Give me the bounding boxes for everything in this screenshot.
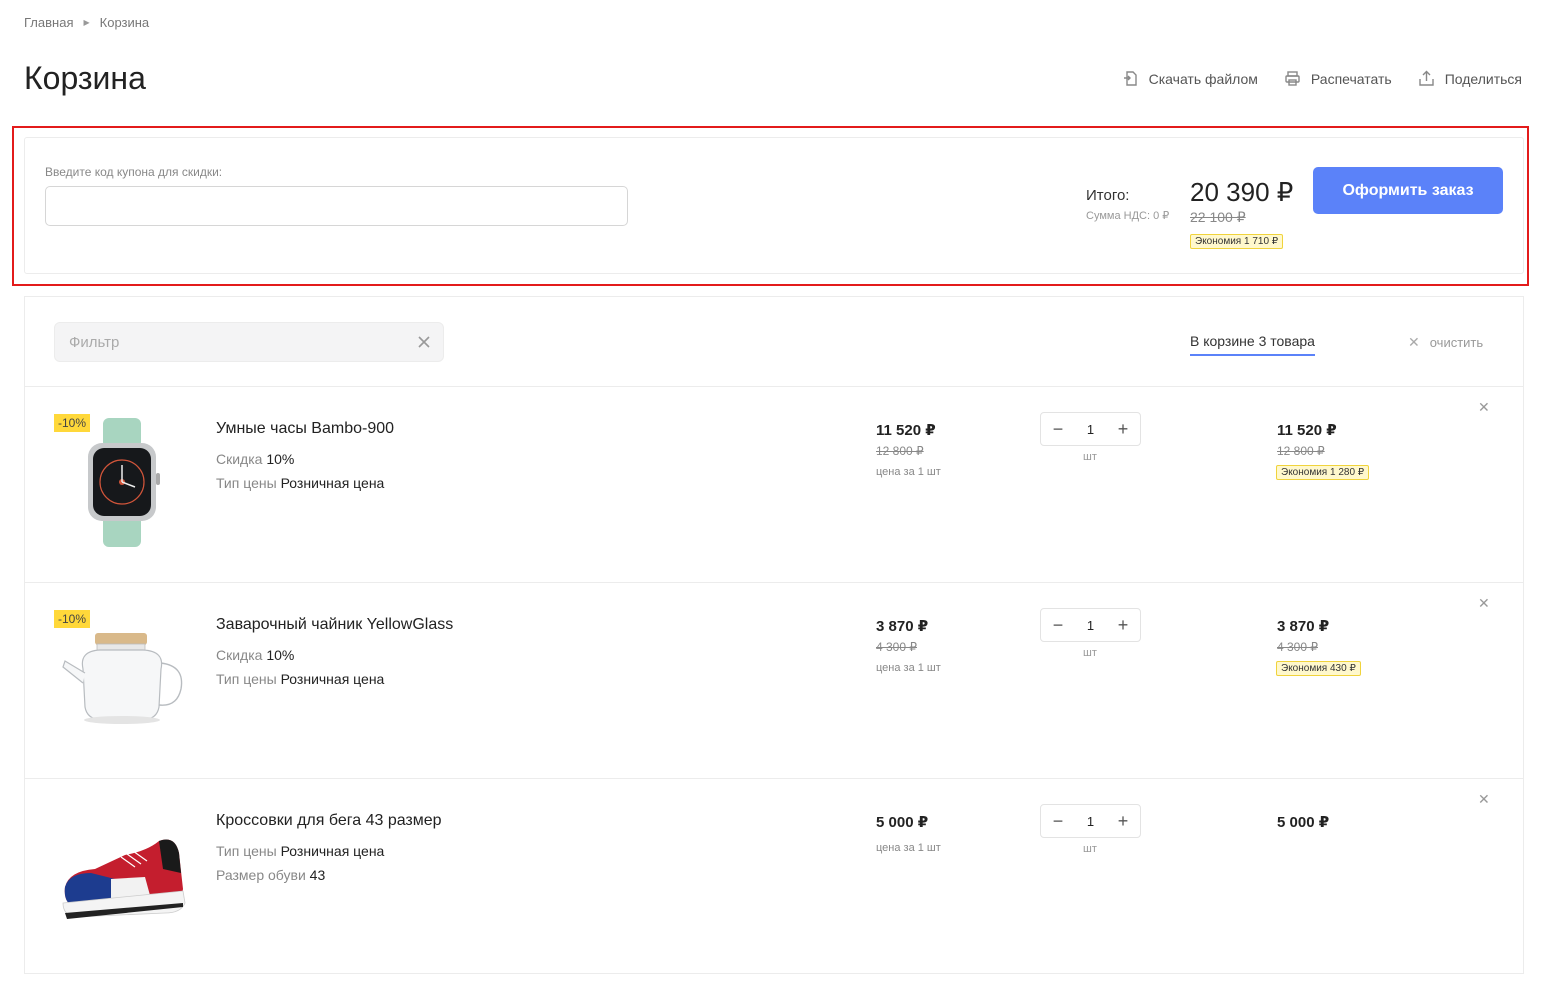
- product-property: Скидка 10%: [216, 647, 294, 663]
- total-old-price: 22 100 ₽: [1190, 209, 1246, 225]
- property-label: Скидка: [216, 647, 263, 663]
- line-total: 11 520 ₽: [1277, 422, 1337, 439]
- total-label: Итого:: [1086, 187, 1130, 204]
- breadcrumb-separator-icon: ▶: [83, 18, 90, 27]
- product-property: Тип цены Розничная цена: [216, 475, 384, 491]
- page-title: Корзина: [24, 60, 146, 96]
- close-icon: ✕: [1408, 334, 1420, 350]
- share-button[interactable]: Поделиться: [1418, 70, 1522, 87]
- line-total-old: 4 300 ₽: [1277, 640, 1318, 654]
- product-image-sneakers[interactable]: [55, 807, 190, 942]
- quantity-input[interactable]: [1072, 617, 1109, 633]
- total-price: 20 390 ₽: [1190, 177, 1294, 207]
- property-value: Розничная цена: [280, 671, 385, 687]
- unit-old-price: 4 300 ₽: [876, 640, 917, 654]
- cart-item: -10% Заварочный чайник YellowGlass Скидк…: [25, 582, 1523, 778]
- increase-button[interactable]: +: [1114, 811, 1132, 832]
- product-property: Размер обуви 43: [216, 867, 325, 883]
- quantity-unit: шт: [1083, 843, 1097, 855]
- property-value: Розничная цена: [280, 475, 385, 491]
- quantity-stepper: − +: [1040, 608, 1141, 642]
- property-label: Тип цены: [216, 475, 277, 491]
- line-total: 3 870 ₽: [1277, 618, 1330, 635]
- increase-button[interactable]: +: [1114, 419, 1132, 440]
- printer-icon: [1285, 71, 1300, 86]
- property-value: 10%: [266, 647, 295, 663]
- checkout-button[interactable]: Оформить заказ: [1313, 167, 1503, 214]
- unit-price-note: цена за 1 шт: [876, 466, 941, 478]
- total-savings-badge: Экономия 1 710 ₽: [1190, 234, 1284, 249]
- property-label: Тип цены: [216, 843, 277, 859]
- property-value: Розничная цена: [280, 843, 385, 859]
- breadcrumb-home-link[interactable]: Главная: [24, 15, 73, 30]
- product-property: Тип цены Розничная цена: [216, 671, 384, 687]
- cart-item: Кроссовки для бега 43 размер Тип цены Ро…: [25, 778, 1523, 974]
- property-label: Тип цены: [216, 671, 277, 687]
- quantity-stepper: − +: [1040, 412, 1141, 446]
- property-label: Скидка: [216, 451, 263, 467]
- decrease-button[interactable]: −: [1049, 811, 1067, 832]
- cart-count-tab[interactable]: В корзине 3 товара: [1190, 333, 1315, 356]
- product-property: Тип цены Розничная цена: [216, 843, 384, 859]
- property-label: Размер обуви: [216, 867, 306, 883]
- discount-badge: -10%: [54, 414, 91, 432]
- coupon-label: Введите код купона для скидки:: [45, 165, 223, 179]
- quantity-stepper: − +: [1040, 804, 1141, 838]
- unit-price: 5 000 ₽: [876, 814, 929, 831]
- coupon-input[interactable]: [45, 186, 628, 226]
- vat-label: Сумма НДС: 0 ₽: [1086, 210, 1170, 222]
- property-value: 10%: [266, 451, 295, 467]
- property-value: 43: [309, 867, 326, 883]
- line-savings-badge: Экономия 430 ₽: [1276, 661, 1361, 676]
- remove-item-button[interactable]: ✕: [1478, 399, 1490, 416]
- share-label: Поделиться: [1444, 70, 1522, 87]
- line-total: 5 000 ₽: [1277, 814, 1330, 831]
- line-total-old: 12 800 ₽: [1277, 444, 1325, 458]
- unit-price-note: цена за 1 шт: [876, 842, 941, 854]
- page-actions: Скачать файлом Распечатать Поделиться: [1122, 70, 1522, 87]
- product-image-watch[interactable]: [55, 415, 190, 550]
- quantity-input[interactable]: [1072, 421, 1109, 437]
- increase-button[interactable]: +: [1114, 615, 1132, 636]
- filter-input[interactable]: [55, 323, 405, 361]
- product-image-teapot[interactable]: [55, 611, 190, 746]
- unit-price: 11 520 ₽: [876, 422, 936, 439]
- breadcrumb: Главная ▶ Корзина: [24, 15, 149, 30]
- print-label: Распечатать: [1310, 70, 1392, 87]
- product-name[interactable]: Кроссовки для бега 43 размер: [216, 812, 442, 830]
- decrease-button[interactable]: −: [1049, 615, 1067, 636]
- cart-panel: В корзине 3 товара ✕ очистить -10% Умные…: [24, 296, 1524, 974]
- clear-cart-button[interactable]: ✕ очистить: [1408, 334, 1483, 351]
- product-name[interactable]: Умные часы Bambo-900: [216, 420, 394, 438]
- cart-item: -10% Умные часы Bambo-900 Скидка 10% Тип…: [25, 386, 1523, 582]
- remove-item-button[interactable]: ✕: [1478, 791, 1490, 808]
- download-file-icon: [1123, 71, 1137, 86]
- order-summary-panel: Введите код купона для скидки: Итого: Су…: [24, 137, 1524, 274]
- clear-cart-label: очистить: [1429, 335, 1484, 350]
- breadcrumb-current: Корзина: [99, 15, 150, 30]
- quantity-unit: шт: [1083, 451, 1097, 463]
- decrease-button[interactable]: −: [1049, 419, 1067, 440]
- download-file-button[interactable]: Скачать файлом: [1122, 70, 1258, 87]
- quantity-input[interactable]: [1072, 813, 1109, 829]
- unit-price: 3 870 ₽: [876, 618, 929, 635]
- download-file-label: Скачать файлом: [1148, 70, 1258, 87]
- unit-old-price: 12 800 ₽: [876, 444, 924, 458]
- remove-item-button[interactable]: ✕: [1478, 595, 1490, 612]
- filter-field: [54, 322, 444, 362]
- product-property: Скидка 10%: [216, 451, 294, 467]
- share-icon: [1418, 70, 1434, 86]
- line-savings-badge: Экономия 1 280 ₽: [1276, 465, 1370, 480]
- unit-price-note: цена за 1 шт: [876, 662, 941, 674]
- quantity-unit: шт: [1083, 647, 1097, 659]
- product-name[interactable]: Заварочный чайник YellowGlass: [216, 616, 453, 634]
- close-icon[interactable]: [415, 333, 433, 351]
- discount-badge: -10%: [54, 610, 91, 628]
- print-button[interactable]: Распечатать: [1284, 70, 1392, 87]
